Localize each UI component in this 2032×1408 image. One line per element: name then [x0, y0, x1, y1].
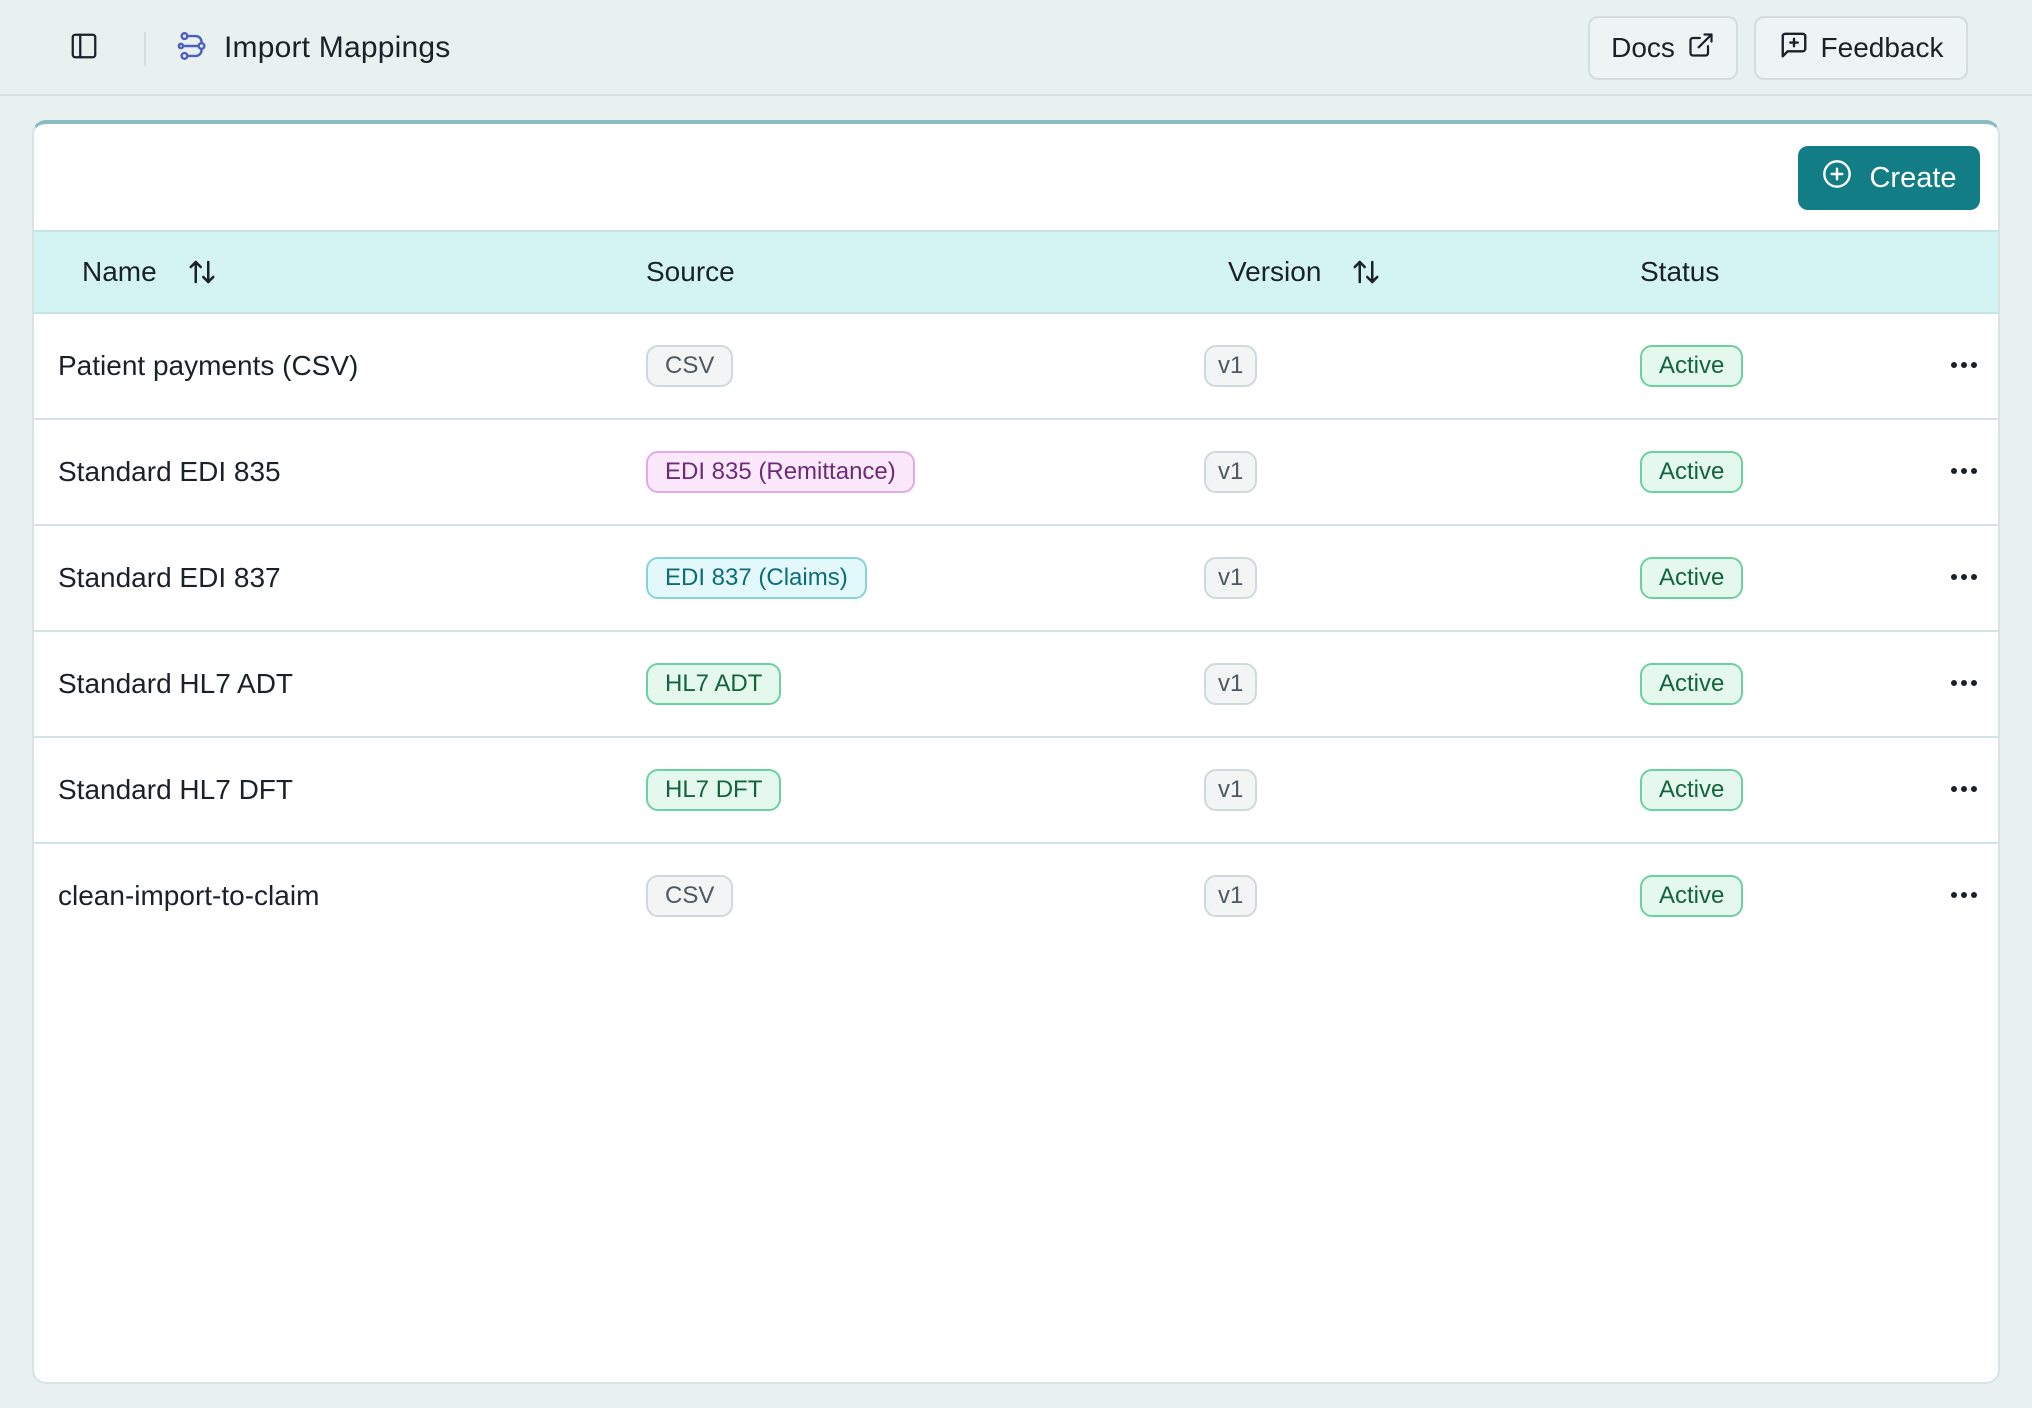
column-header-name: Name — [82, 232, 217, 312]
table-row[interactable]: Standard HL7 DFT HL7 DFT v1 Active — [34, 738, 1998, 844]
workflow-nodes-icon — [176, 29, 210, 68]
source-badge: CSV — [646, 345, 734, 387]
table-row[interactable]: Standard HL7 ADT HL7 ADT v1 Active — [34, 632, 1998, 738]
sidebar-panel-icon — [69, 31, 99, 66]
row-menu-button[interactable] — [1934, 526, 1994, 630]
version-badge: v1 — [1204, 451, 1258, 493]
more-horizontal-icon — [1949, 887, 1979, 905]
status-cell: Active — [1640, 844, 1744, 948]
table-row[interactable]: Standard EDI 837 EDI 837 (Claims) v1 Active — [34, 526, 1998, 632]
version-badge: v1 — [1204, 875, 1258, 917]
version-badge: v1 — [1204, 345, 1258, 387]
status-badge: Active — [1640, 557, 1744, 599]
column-name-label: Name — [82, 256, 157, 287]
table-row[interactable]: Patient payments (CSV) CSV v1 Active — [34, 314, 1998, 420]
row-menu-button[interactable] — [1934, 738, 1994, 842]
source-badge: HL7 DFT — [646, 769, 782, 811]
table-row[interactable]: clean-import-to-claim CSV v1 Active — [34, 844, 1998, 950]
mapping-name: clean-import-to-claim — [58, 880, 320, 911]
status-badge: Active — [1640, 663, 1744, 705]
row-menu-button[interactable] — [1934, 844, 1994, 948]
sort-arrows-icon[interactable] — [1351, 257, 1381, 287]
top-bar: Import Mappings Docs Feedback — [0, 0, 2032, 96]
status-cell: Active — [1640, 420, 1744, 524]
status-badge: Active — [1640, 769, 1744, 811]
more-horizontal-icon — [1949, 463, 1979, 481]
status-cell: Active — [1640, 314, 1744, 418]
status-badge: Active — [1640, 451, 1744, 493]
more-horizontal-icon — [1949, 357, 1979, 375]
column-source-label: Source — [646, 256, 735, 287]
version-cell: v1 — [1204, 632, 1258, 736]
message-plus-icon — [1779, 30, 1809, 67]
version-cell: v1 — [1204, 844, 1258, 948]
external-link-icon — [1687, 31, 1715, 66]
source-cell: EDI 837 (Claims) — [646, 526, 867, 630]
mappings-card: Create Name Source Version Status Patien… — [32, 120, 2000, 1384]
more-horizontal-icon — [1949, 675, 1979, 693]
mapping-name: Patient payments (CSV) — [58, 350, 359, 381]
row-menu-button[interactable] — [1934, 632, 1994, 736]
sidebar-toggle-button[interactable] — [62, 26, 106, 70]
version-cell: v1 — [1204, 420, 1258, 524]
docs-button[interactable]: Docs — [1588, 16, 1738, 80]
create-label: Create — [1869, 161, 1957, 194]
source-cell: HL7 DFT — [646, 738, 782, 842]
row-menu-button[interactable] — [1934, 420, 1994, 524]
status-cell: Active — [1640, 632, 1744, 736]
column-status-label: Status — [1640, 256, 1720, 287]
source-cell: CSV — [646, 314, 734, 418]
status-cell: Active — [1640, 526, 1744, 630]
source-badge: EDI 835 (Remittance) — [646, 451, 915, 493]
version-badge: v1 — [1204, 769, 1258, 811]
source-cell: EDI 835 (Remittance) — [646, 420, 915, 524]
version-cell: v1 — [1204, 314, 1258, 418]
sort-arrows-icon[interactable] — [187, 257, 217, 287]
more-horizontal-icon — [1949, 781, 1979, 799]
source-badge: HL7 ADT — [646, 663, 782, 705]
table-row[interactable]: Standard EDI 835 EDI 835 (Remittance) v1 Ac… — [34, 420, 1998, 526]
feedback-label: Feedback — [1820, 32, 1944, 63]
table-header: Name Source Version Status — [34, 230, 1998, 314]
column-version-label: Version — [1228, 256, 1322, 287]
mapping-name: Standard EDI 837 — [58, 562, 281, 593]
version-badge: v1 — [1204, 663, 1258, 705]
status-badge: Active — [1640, 875, 1744, 917]
page-heading: Import Mappings — [176, 26, 450, 70]
more-horizontal-icon — [1949, 569, 1979, 587]
source-badge: CSV — [646, 875, 734, 917]
page-title: Import Mappings — [224, 31, 451, 64]
mapping-name: Standard HL7 ADT — [58, 668, 294, 699]
version-cell: v1 — [1204, 738, 1258, 842]
source-cell: CSV — [646, 844, 734, 948]
source-badge: EDI 837 (Claims) — [646, 557, 867, 599]
header-divider — [144, 32, 146, 66]
mapping-name: Standard HL7 DFT — [58, 774, 293, 805]
column-header-version: Version — [1228, 232, 1381, 312]
version-badge: v1 — [1204, 557, 1258, 599]
source-cell: HL7 ADT — [646, 632, 782, 736]
row-menu-button[interactable] — [1934, 314, 1994, 418]
create-button[interactable]: Create — [1798, 146, 1980, 210]
feedback-button[interactable]: Feedback — [1754, 16, 1968, 80]
plus-circle-icon — [1821, 158, 1853, 198]
mapping-name: Standard EDI 835 — [58, 456, 281, 487]
status-cell: Active — [1640, 738, 1744, 842]
version-cell: v1 — [1204, 526, 1258, 630]
column-header-source: Source — [646, 232, 735, 312]
status-badge: Active — [1640, 345, 1744, 387]
column-header-status: Status — [1640, 232, 1719, 312]
docs-label: Docs — [1611, 32, 1675, 63]
